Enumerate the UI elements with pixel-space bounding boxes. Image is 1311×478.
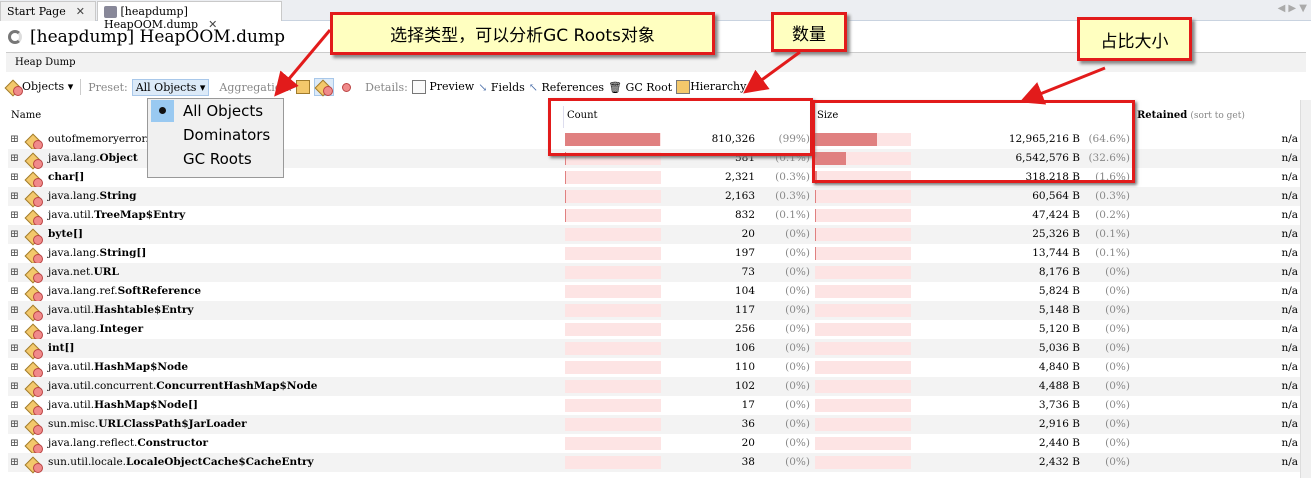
annotation-arrows xyxy=(274,29,1106,105)
arrow xyxy=(274,29,332,97)
arrow xyxy=(743,50,801,94)
arrow xyxy=(1019,66,1106,105)
